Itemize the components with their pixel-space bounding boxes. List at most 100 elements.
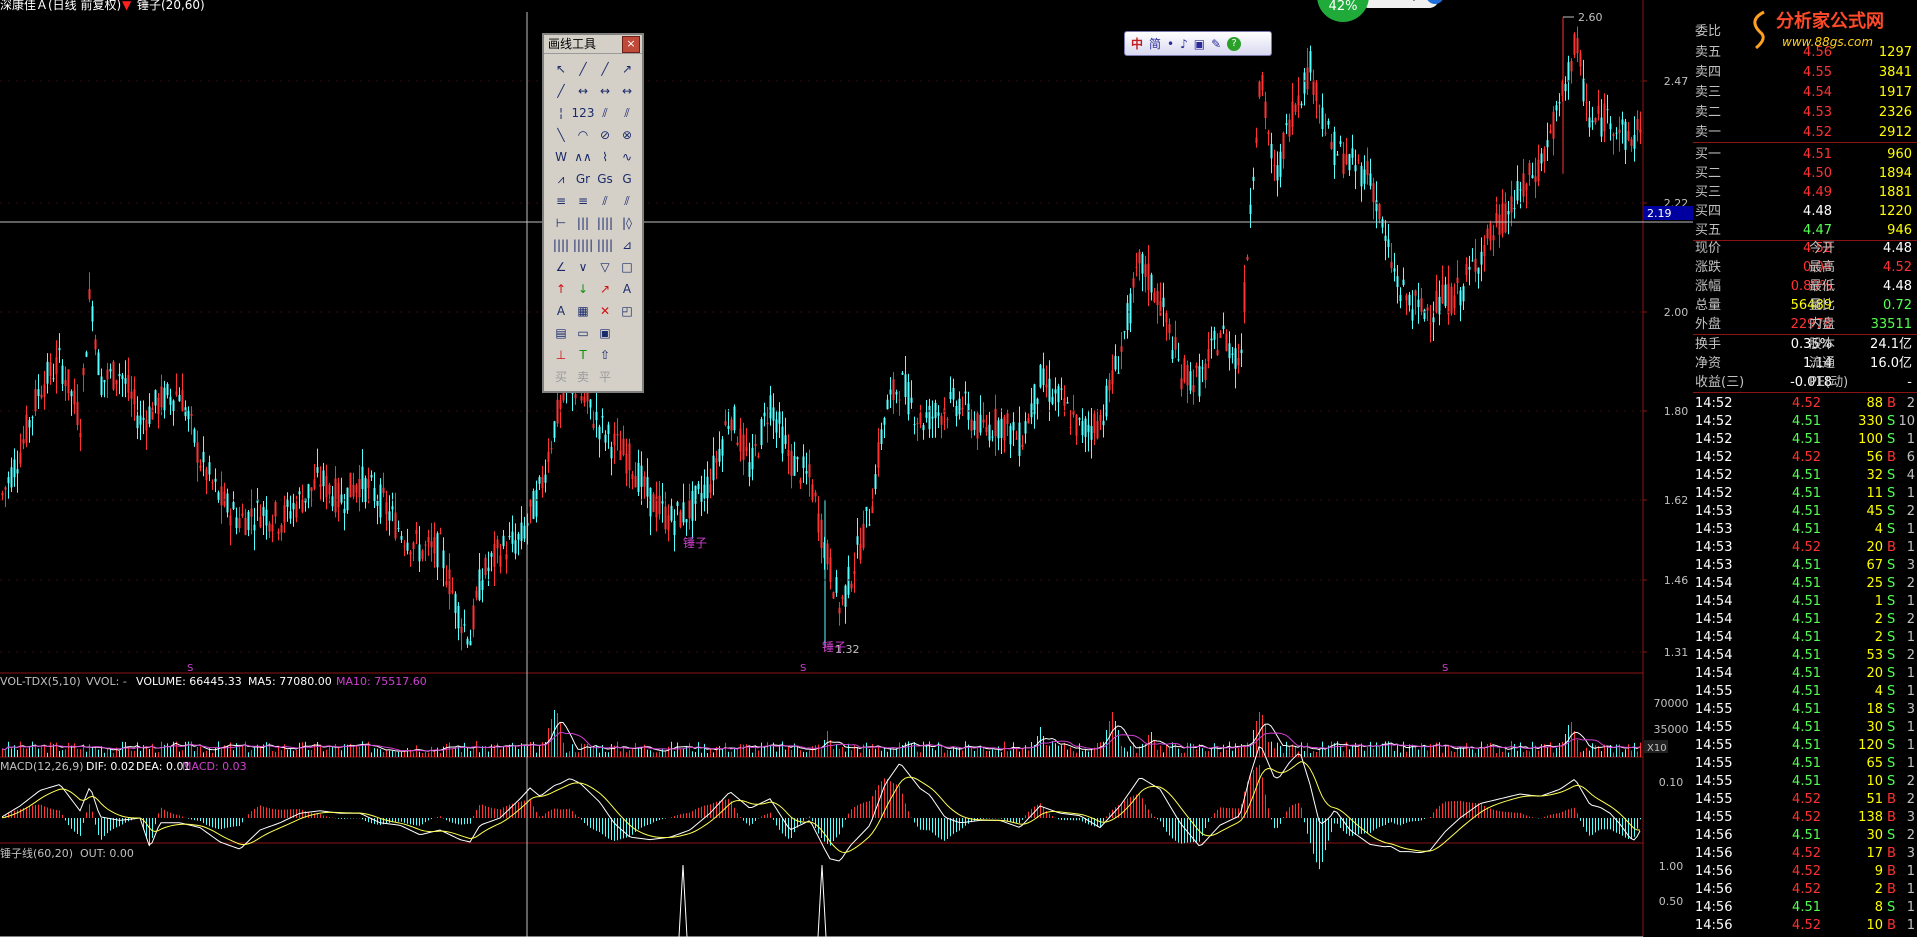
draw-tool-5-icon[interactable]: ↔	[572, 80, 594, 102]
tick-count: 1	[1906, 738, 1915, 753]
quote-value: 0.72	[1883, 298, 1912, 313]
draw-tool-15-icon[interactable]: ⊗	[616, 124, 638, 146]
draw-tool-9-icon[interactable]: 123	[572, 102, 595, 124]
draw-tool-40-icon[interactable]: ↑	[550, 278, 572, 300]
draw-tool-32-icon[interactable]: ||||	[550, 234, 572, 256]
tick-volume: 30	[1866, 720, 1883, 735]
draw-tool-34-icon[interactable]: ||||	[594, 234, 616, 256]
draw-tool-51-icon[interactable]	[616, 322, 638, 344]
draw-tool-11-icon[interactable]: ⫽	[616, 102, 638, 124]
draw-tool-24-icon[interactable]: ≡	[550, 190, 572, 212]
chart-area[interactable]: 深康佳Ａ(日线 前复权) ▼ 锤子(20,60) 2.472.222.001.8…	[0, 0, 1693, 937]
draw-tool-8-icon[interactable]: ¦	[550, 102, 572, 124]
floating-toolbar[interactable]: 中 简 • ♪ ▣ ✎ ?	[1124, 31, 1272, 56]
draw-tool-37-icon[interactable]: ∨	[572, 256, 594, 278]
draw-tool-29-icon[interactable]: |||	[572, 212, 594, 234]
tick-side: B	[1887, 882, 1896, 897]
draw-tool-50-icon[interactable]: ▣	[594, 322, 616, 344]
draw-tool-39-icon[interactable]: □	[616, 256, 638, 278]
draw-tool-27-icon[interactable]: ⫽	[616, 190, 638, 212]
draw-tool-12-icon[interactable]: ╲	[550, 124, 572, 146]
draw-tool-54-icon[interactable]: ⇧	[594, 344, 616, 366]
draw-tool-18-icon[interactable]: ⌇	[594, 146, 616, 168]
candle-body	[1048, 378, 1051, 402]
tick-price: 4.51	[1792, 738, 1821, 753]
candle-body	[154, 390, 157, 406]
candle-body	[433, 536, 436, 554]
draw-tool-6-icon[interactable]: ↔	[594, 80, 616, 102]
candle-body	[523, 525, 526, 539]
draw-tool-21-icon[interactable]: Gr	[572, 168, 594, 190]
draw-tool-55-icon[interactable]	[616, 344, 638, 366]
draw-tool-49-icon[interactable]: ▭	[572, 322, 594, 344]
music-icon[interactable]: ♪	[1180, 37, 1188, 51]
candle-body	[349, 472, 352, 498]
candle-body	[370, 474, 373, 478]
draw-tool-16-icon[interactable]: W	[550, 146, 572, 168]
candle-body	[1336, 154, 1339, 156]
draw-tool-titlebar[interactable]: 画线工具 ×	[544, 35, 642, 54]
draw-tool-10-icon[interactable]: ⫽	[594, 102, 616, 124]
draw-tool-28-icon[interactable]: ⊢	[550, 212, 572, 234]
draw-tool-window[interactable]: 画线工具 × ↖ ╱ ╱ ↗ ╱ ↔ ↔ ↔ ¦ 123 ⫽ ⫽ ╲ ◠ ⊘ ⊗ W ∧∧ ⌇ ∿ ⩘ Gr Gs G ≡ ≡ ⫽ ⫽…	[542, 33, 644, 393]
draw-tool-46-icon[interactable]: ✕	[594, 300, 616, 322]
draw-tool-14-icon[interactable]: ⊘	[594, 124, 616, 146]
draw-tool-30-icon[interactable]: ||||	[594, 212, 616, 234]
draw-tool-36-icon[interactable]: ∠	[550, 256, 572, 278]
draw-tool-45-icon[interactable]: ▦	[572, 300, 594, 322]
draw-tool-53-icon[interactable]: T	[572, 344, 594, 366]
candle-body	[1141, 254, 1144, 274]
quote-value: 4.52	[1883, 260, 1912, 275]
candle-body	[400, 535, 403, 540]
draw-tool-48-icon[interactable]: ▤	[550, 322, 572, 344]
keyboard-icon[interactable]: ▣	[1194, 37, 1205, 51]
draw-tool-31-icon[interactable]: |◊	[616, 212, 638, 234]
draw-tool-7-icon[interactable]: ↔	[616, 80, 638, 102]
tick-row: 14:55 4.51 10 S 2	[1693, 772, 1917, 791]
draw-tool-0-icon[interactable]: ↖	[550, 58, 572, 80]
draw-tool-25-icon[interactable]: ≡	[572, 190, 594, 212]
draw-tool-33-icon[interactable]: |||||	[572, 234, 594, 256]
draw-tool-3-icon[interactable]: ↗	[616, 58, 638, 80]
draw-tool-52-icon[interactable]: ⊥	[550, 344, 572, 366]
draw-tool-19-icon[interactable]: ∿	[616, 146, 638, 168]
draw-tool-26-icon[interactable]: ⫽	[594, 190, 616, 212]
close-icon[interactable]: ×	[622, 36, 640, 53]
draw-tool-41-icon[interactable]: ↓	[572, 278, 594, 300]
tick-side: S	[1887, 432, 1896, 447]
draw-tool-13-icon[interactable]: ◠	[572, 124, 594, 146]
draw-tool-23-icon[interactable]: G	[616, 168, 638, 190]
draw-tool-22-icon[interactable]: Gs	[594, 168, 616, 190]
candle-body	[100, 376, 103, 396]
candle-body	[307, 484, 310, 499]
draw-tool-17-icon[interactable]: ∧∧	[572, 146, 594, 168]
draw-tool-43-icon[interactable]: A	[616, 278, 638, 300]
candle-body	[1243, 282, 1246, 313]
candle-body	[1423, 309, 1426, 319]
candle-body	[802, 456, 805, 469]
flat-tool-button[interactable]: 平	[594, 366, 616, 388]
draw-tool-20-icon[interactable]: ⩘	[550, 168, 572, 190]
draw-tool-44-icon[interactable]: A	[550, 300, 572, 322]
buy-tool-button[interactable]: 买	[550, 366, 572, 388]
candle-body	[1405, 295, 1408, 301]
wrench-icon[interactable]: ✎	[1211, 37, 1221, 51]
draw-tool-42-icon[interactable]: ↗	[594, 278, 616, 300]
candle-body	[1237, 357, 1240, 366]
draw-tool-38-icon[interactable]: ▽	[594, 256, 616, 278]
draw-tool-2-icon[interactable]: ╱	[594, 58, 616, 80]
sell-tool-button[interactable]: 卖	[572, 366, 594, 388]
draw-tool-47-icon[interactable]: ◰	[616, 300, 638, 322]
candle-body	[1180, 378, 1183, 390]
draw-tool-35-icon[interactable]: ⊿	[616, 234, 638, 256]
help-icon[interactable]: ?	[1227, 36, 1242, 51]
dot-icon[interactable]: •	[1167, 37, 1174, 51]
chinese-input-icon[interactable]: 中	[1131, 35, 1143, 52]
candle-body	[277, 531, 280, 534]
draw-tool-1-icon[interactable]: ╱	[572, 58, 594, 80]
draw-tool-4-icon[interactable]: ╱	[550, 80, 572, 102]
simplified-icon[interactable]: 简	[1149, 35, 1161, 52]
candle-body	[619, 450, 622, 460]
fundamental-label: 净资	[1695, 356, 1722, 371]
candle-body	[1078, 418, 1081, 420]
